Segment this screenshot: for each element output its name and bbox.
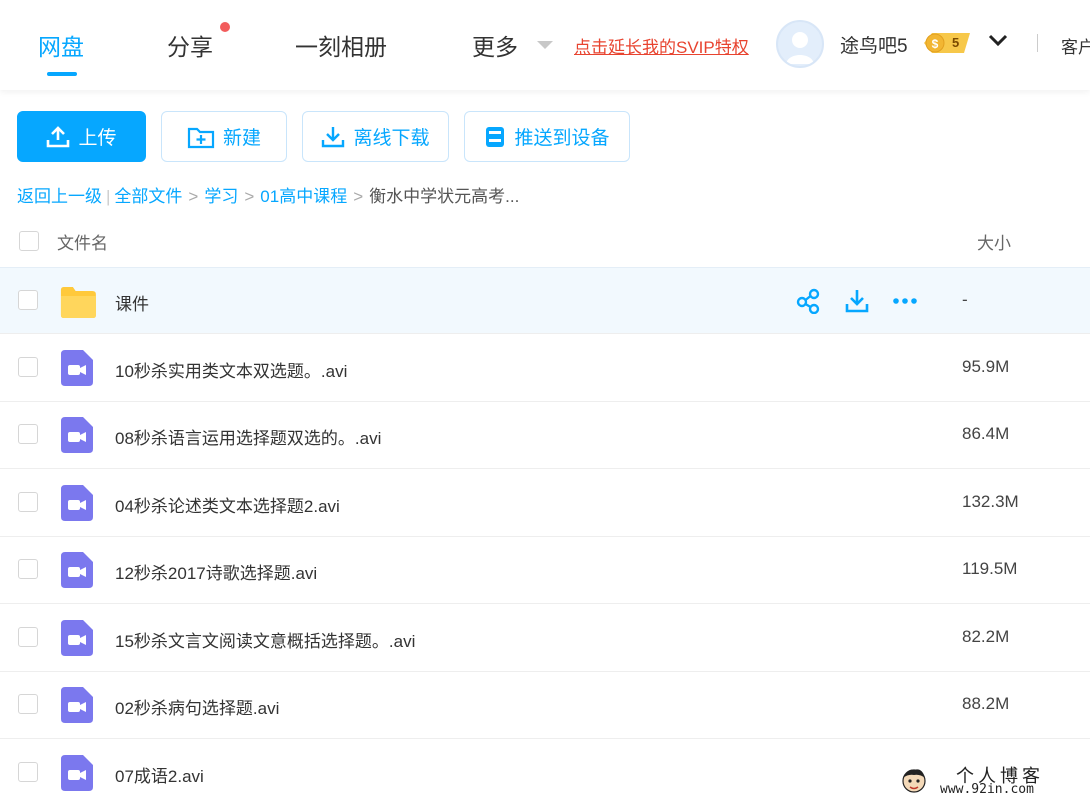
svg-text:$: $ — [932, 37, 939, 51]
upload-label: 上传 — [78, 128, 117, 149]
share-icon[interactable] — [796, 288, 822, 315]
offline-download-button[interactable]: 离线下载 — [302, 111, 449, 162]
column-header-name[interactable]: 文件名 — [57, 229, 108, 254]
avatar[interactable] — [776, 20, 824, 68]
video-file-icon — [61, 552, 93, 588]
select-all-checkbox[interactable] — [19, 231, 39, 251]
breadcrumb-all-files[interactable]: 全部文件 — [114, 187, 182, 206]
breadcrumb-current: 衡水中学状元高考... — [369, 187, 520, 206]
breadcrumb-study[interactable]: 学习 — [204, 187, 238, 206]
breadcrumb-course[interactable]: 01高中课程 — [260, 187, 347, 206]
tab-album[interactable]: 一刻相册 — [295, 28, 387, 62]
download-icon — [322, 126, 345, 147]
video-file-icon — [61, 620, 93, 656]
breadcrumb: 返回上一级 | 全部文件 > 学习 >01高中课程 > 衡水中学状元高考... — [17, 187, 520, 206]
vip-badge-icon: $ 5 — [922, 30, 972, 56]
cartoon-face-icon — [902, 769, 926, 793]
file-size: 86.4M — [962, 424, 1010, 443]
upload-button[interactable]: 上传 — [17, 111, 146, 162]
file-size: 88.2M — [962, 694, 1010, 713]
table-row[interactable]: 02秒杀病句选择题.avi 88.2M — [0, 672, 1090, 739]
username[interactable]: 途鸟吧5 — [840, 31, 908, 58]
chevron-down-icon[interactable] — [988, 33, 1008, 47]
notification-dot — [220, 22, 230, 32]
nav-divider — [1037, 34, 1038, 52]
video-file-icon — [61, 350, 93, 386]
file-size: 132.3M — [962, 492, 1019, 511]
tab-netdisk[interactable]: 网盘 — [38, 28, 84, 62]
file-name[interactable]: 08秒杀语言运用选择题双选的。.avi — [115, 424, 381, 449]
row-checkbox[interactable] — [18, 559, 38, 579]
video-file-icon — [61, 687, 93, 723]
table-row[interactable]: 12秒杀2017诗歌选择题.avi 119.5M — [0, 537, 1090, 604]
watermark-url: www.92in.com — [940, 782, 1034, 797]
svip-promo-link[interactable]: 点击延长我的SVIP特权 — [574, 33, 749, 58]
row-actions — [796, 288, 918, 315]
table-row[interactable]: 10秒杀实用类文本双选题。.avi 95.9M — [0, 335, 1090, 402]
vip-level: 5 — [952, 35, 960, 50]
table-row[interactable]: 08秒杀语言运用选择题双选的。.avi 86.4M — [0, 402, 1090, 469]
row-checkbox[interactable] — [18, 762, 38, 782]
back-link[interactable]: 返回上一级 — [17, 187, 102, 206]
device-icon — [486, 126, 505, 147]
file-size: - — [962, 290, 968, 309]
file-size: 82.2M — [962, 627, 1010, 646]
offline-download-label: 离线下载 — [353, 128, 430, 149]
row-checkbox[interactable] — [18, 694, 38, 714]
active-tab-indicator — [47, 72, 77, 76]
table-row[interactable]: 课件 - — [0, 267, 1090, 334]
row-checkbox[interactable] — [18, 357, 38, 377]
file-name[interactable]: 02秒杀病句选择题.avi — [115, 694, 279, 719]
upload-icon — [47, 125, 70, 147]
file-name[interactable]: 07成语2.avi — [115, 762, 204, 787]
new-label: 新建 — [222, 128, 261, 149]
new-button[interactable]: 新建 — [161, 111, 287, 162]
table-row[interactable]: 04秒杀论述类文本选择题2.avi 132.3M — [0, 470, 1090, 537]
file-name[interactable]: 04秒杀论述类文本选择题2.avi — [115, 492, 340, 517]
file-size: 95.9M — [962, 357, 1010, 376]
video-file-icon — [61, 417, 93, 453]
top-nav: 网盘 分享 一刻相册 更多 点击延长我的SVIP特权 途鸟吧5 $ 5 客户 — [0, 0, 1090, 90]
folder-plus-icon — [187, 127, 215, 148]
file-name[interactable]: 15秒杀文言文阅读文意概括选择题。.avi — [115, 627, 415, 652]
file-name[interactable]: 课件 — [115, 290, 149, 315]
client-link[interactable]: 客户 — [1061, 33, 1090, 58]
table-row[interactable]: 15秒杀文言文阅读文意概括选择题。.avi 82.2M — [0, 605, 1090, 672]
watermark: 个人博客 www.92in.com — [896, 760, 1090, 801]
folder-icon — [60, 287, 96, 318]
row-checkbox[interactable] — [18, 492, 38, 512]
caret-down-icon[interactable] — [537, 41, 553, 49]
video-file-icon — [61, 755, 93, 791]
more-icon[interactable] — [892, 288, 918, 314]
file-name[interactable]: 12秒杀2017诗歌选择题.avi — [115, 559, 317, 584]
push-to-device-button[interactable]: 推送到设备 — [464, 111, 630, 162]
user-silhouette-icon — [786, 32, 814, 64]
column-header-size[interactable]: 大小 — [977, 229, 1011, 254]
tab-share[interactable]: 分享 — [167, 28, 213, 62]
video-file-icon — [61, 485, 93, 521]
file-size: 119.5M — [962, 559, 1018, 578]
tab-more[interactable]: 更多 — [472, 28, 518, 62]
file-name[interactable]: 10秒杀实用类文本双选题。.avi — [115, 357, 347, 382]
push-to-device-label: 推送到设备 — [514, 128, 610, 149]
row-checkbox[interactable] — [18, 290, 38, 310]
row-checkbox[interactable] — [18, 424, 38, 444]
row-checkbox[interactable] — [18, 627, 38, 647]
download-icon[interactable] — [844, 288, 870, 314]
